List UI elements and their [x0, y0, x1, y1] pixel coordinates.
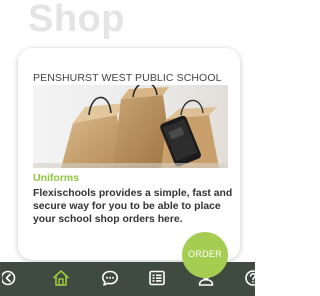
page-title: Shop — [28, 0, 125, 40]
shop-card[interactable]: PENSHURST WEST PUBLIC SCHOOL Uniforms Fl… — [18, 48, 240, 260]
chat-icon[interactable] — [100, 268, 120, 288]
category-label: Uniforms — [33, 172, 80, 184]
school-name: PENSHURST WEST PUBLIC SCHOOL — [33, 72, 222, 84]
shop-page: Shop PENSHURST WEST PUBLIC SCHOOL Unifor… — [0, 0, 255, 296]
list-icon[interactable] — [147, 268, 167, 288]
order-button[interactable]: ORDER — [182, 232, 228, 278]
shopping-bags-image — [33, 85, 228, 168]
help-icon[interactable] — [243, 268, 255, 288]
chevron-left-icon[interactable] — [2, 268, 22, 288]
card-description: Flexischools provides a simple, fast and… — [33, 188, 233, 226]
home-icon[interactable] — [51, 268, 71, 288]
